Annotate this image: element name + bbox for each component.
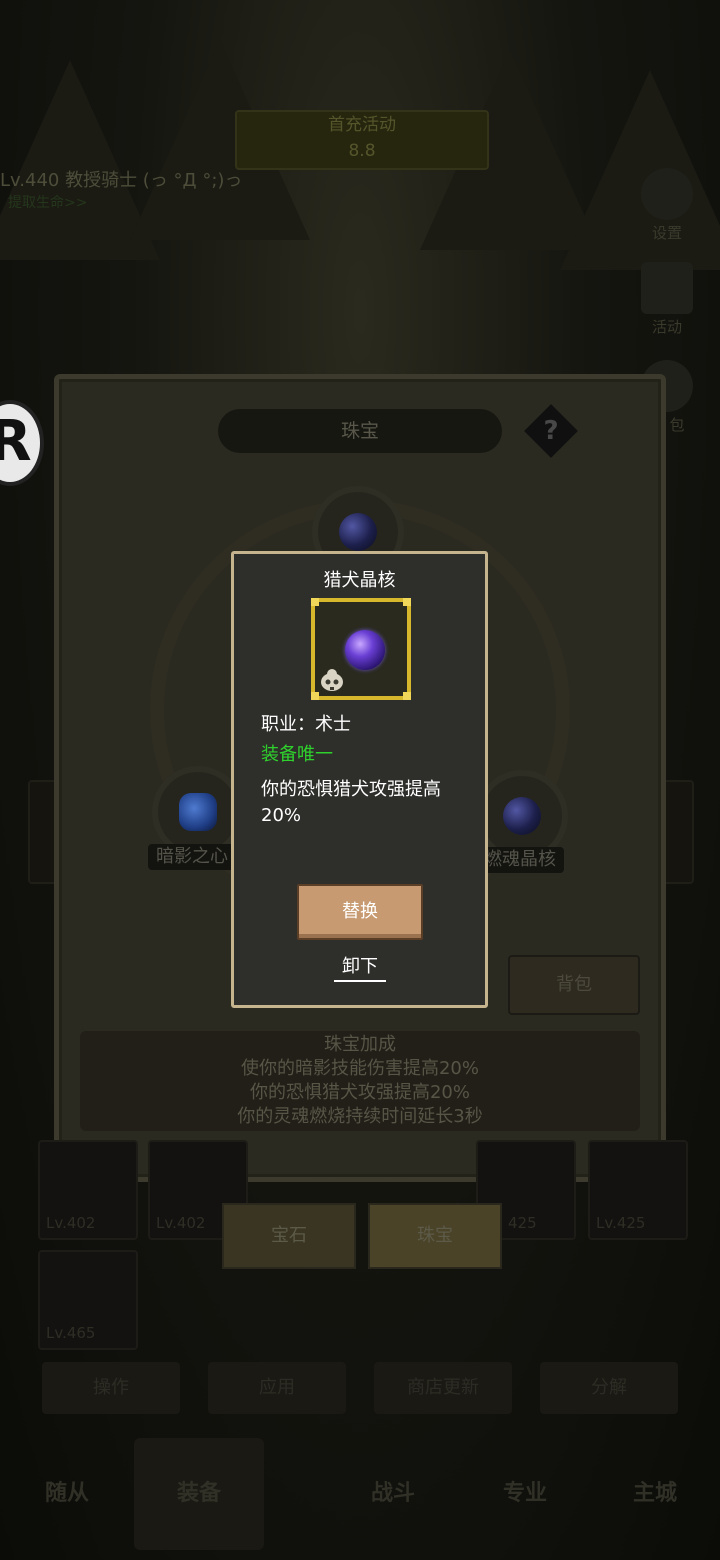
bonus-line: 你的恐惧猎犬攻强提高20% xyxy=(249,1082,470,1103)
activity-label: 活动 xyxy=(651,318,682,336)
tab-gems[interactable]: 宝石 xyxy=(222,1203,356,1269)
frame-corner xyxy=(403,598,411,606)
item-detail-popup: 猎犬晶核 职业：术士 装备唯一 你的恐惧猎犬攻强提高20% 替换 卸下 xyxy=(231,551,488,1008)
action-button[interactable]: 分解 xyxy=(540,1362,678,1414)
card-level: Lv.465 xyxy=(46,1324,96,1342)
bag-button[interactable]: 背包 xyxy=(508,955,640,1015)
extract-life-link[interactable]: 提取生命>> xyxy=(8,192,87,212)
card-level: Lv.402 xyxy=(156,1214,206,1232)
nav-equipment[interactable]: 装备 xyxy=(134,1438,264,1550)
settings-label: 设置 xyxy=(651,224,682,242)
warlock-class-icon xyxy=(321,669,343,691)
equipment-card[interactable]: Lv.402 xyxy=(38,1140,138,1240)
item-name: 猎犬晶核 xyxy=(323,570,396,591)
bonus-line: 使你的暗影技能伤害提高20% xyxy=(240,1058,479,1079)
nav-profession[interactable]: 专业 xyxy=(460,1438,590,1550)
item-effect-text: 你的恐惧猎犬攻强提高20% xyxy=(261,779,441,826)
activity-button[interactable]: 活动 xyxy=(632,262,702,337)
equipment-card[interactable]: Lv.425 xyxy=(588,1140,688,1240)
action-button[interactable]: 应用 xyxy=(208,1362,346,1414)
gear-icon xyxy=(641,168,693,220)
item-icon-frame xyxy=(311,598,411,700)
slot-label-shadow-heart: 暗影之心 xyxy=(148,844,236,870)
question-icon: ? xyxy=(543,416,559,446)
help-button[interactable]: ? xyxy=(524,404,578,458)
card-level: 425 xyxy=(508,1214,537,1232)
calendar-icon xyxy=(641,262,693,314)
banner-title: 首充活动 xyxy=(328,115,396,135)
nav-followers[interactable]: 随从 xyxy=(2,1438,132,1550)
jewelry-bonus-box: 珠宝加成 使你的暗影技能伤害提高20% 你的恐惧猎犬攻强提高20% 你的灵魂燃烧… xyxy=(80,1031,640,1131)
first-charge-banner[interactable]: 首充活动 8.8 xyxy=(235,110,489,170)
action-button[interactable]: 操作 xyxy=(42,1362,180,1414)
bonus-title: 珠宝加成 xyxy=(324,1034,396,1055)
jewel-slot-left[interactable] xyxy=(158,772,238,852)
item-unique-tag: 装备唯一 xyxy=(261,744,333,765)
item-class-requirement: 职业：术士 xyxy=(261,714,351,735)
card-level: Lv.402 xyxy=(46,1214,96,1232)
frame-corner xyxy=(311,598,319,606)
hound-core-gem-icon xyxy=(345,630,385,670)
jewel-slot-right[interactable] xyxy=(482,776,562,856)
tab-jewelry[interactable]: 珠宝 xyxy=(368,1203,502,1269)
nav-battle[interactable]: 战斗 xyxy=(328,1438,458,1550)
panel-title: 珠宝 xyxy=(218,409,502,453)
replace-button[interactable]: 替换 xyxy=(297,884,423,940)
side-card xyxy=(662,780,694,884)
dark-orb-icon xyxy=(503,797,541,835)
card-level: Lv.425 xyxy=(596,1214,646,1232)
unequip-button[interactable]: 卸下 xyxy=(334,952,386,982)
slot-label-burning-core: 燃魂晶核 xyxy=(476,847,564,873)
blue-gem-icon xyxy=(179,793,217,831)
frame-corner xyxy=(403,692,411,700)
action-button[interactable]: 商店更新 xyxy=(374,1362,512,1414)
nav-main-city[interactable]: 主城 xyxy=(590,1438,720,1550)
banner-subtitle: 8.8 xyxy=(348,141,376,161)
bonus-line: 你的灵魂燃烧持续时间延长3秒 xyxy=(237,1106,483,1127)
equipment-card[interactable]: Lv.465 xyxy=(38,1250,138,1350)
player-level-name: Lv.440 教授骑士 (っ °Д °;)っ xyxy=(0,170,243,191)
settings-button[interactable]: 设置 xyxy=(632,168,702,243)
dark-orb-icon xyxy=(339,513,377,551)
